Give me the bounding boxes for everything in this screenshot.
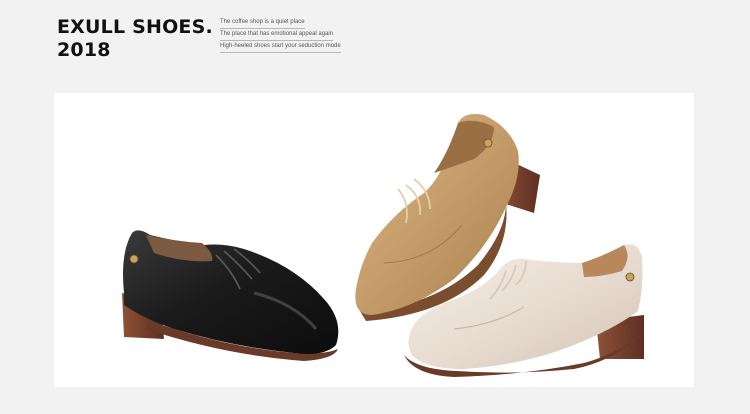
shoes-illustration (122, 114, 644, 377)
tagline: The coffee shop is a quiet place The pla… (220, 17, 341, 53)
tagline-line-1: The coffee shop is a quiet place (220, 17, 305, 29)
tagline-line-3: High-heeled shoes start your seduction m… (220, 41, 341, 53)
brand-name: EXULL SHOES. (57, 16, 213, 38)
brand-title: EXULL SHOES. 2018 (57, 16, 213, 62)
brand-year: 2018 (57, 39, 111, 61)
product-image-panel (54, 93, 694, 387)
black-oxford-shoe (122, 230, 339, 361)
tagline-line-2: The place that has emotional appeal agai… (220, 29, 334, 41)
